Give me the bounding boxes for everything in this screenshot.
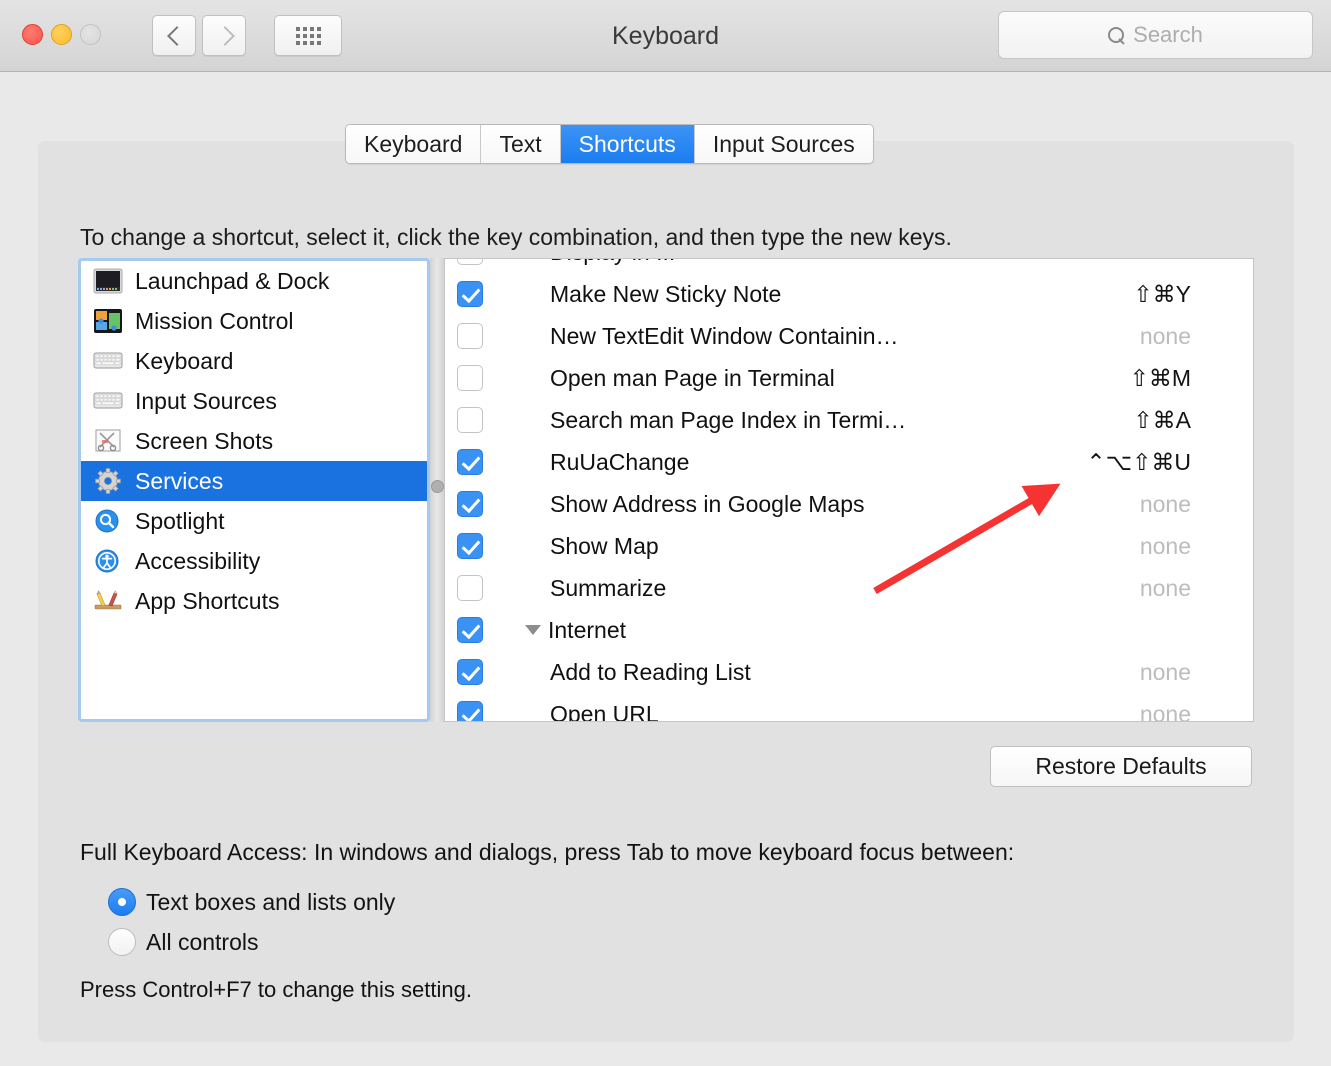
group-checkbox[interactable]	[457, 617, 483, 643]
row-shortcut[interactable]: ⌃⌥⇧⌘U	[1086, 449, 1253, 476]
row-shortcut[interactable]: ⇧⌘A	[1133, 407, 1253, 434]
restore-defaults-button[interactable]: Restore Defaults	[990, 746, 1252, 787]
accessibility-icon	[93, 548, 123, 574]
row-checkbox[interactable]	[457, 659, 483, 685]
sidebar-item-launchpad-dock[interactable]: Launchpad & Dock	[81, 261, 427, 301]
row-checkbox[interactable]	[457, 323, 483, 349]
group-label-text: Internet	[548, 616, 626, 643]
sidebar-item-label: Spotlight	[135, 507, 225, 534]
splitter-handle[interactable]	[431, 480, 444, 493]
table-row[interactable]: Show Address in Google Maps none	[445, 483, 1253, 525]
table-row[interactable]: Make New Sticky Note ⇧⌘Y	[445, 273, 1253, 315]
row-checkbox[interactable]	[457, 701, 483, 721]
row-shortcut[interactable]: none	[1140, 575, 1253, 602]
full-keyboard-access-hint: Press Control+F7 to change this setting.	[80, 977, 472, 1002]
row-shortcut[interactable]: ⇧⌘Y	[1133, 281, 1253, 308]
row-shortcut[interactable]: none	[1140, 533, 1253, 560]
launchpad-dock-icon	[93, 268, 123, 294]
radio-text-boxes-and-lists-only[interactable]: Text boxes and lists only	[108, 888, 395, 916]
row-label: Open man Page in Terminal	[550, 364, 835, 391]
sidebar-item-label: Accessibility	[135, 547, 261, 574]
sidebar-item-app-shortcuts[interactable]: App Shortcuts	[81, 581, 427, 621]
row-label: Display in ...	[505, 259, 1191, 266]
sidebar-item-label: Input Sources	[135, 387, 277, 414]
table-row[interactable]: Display in ...	[445, 259, 1253, 273]
row-label: Search man Page Index in Termi…	[550, 406, 907, 433]
table-row[interactable]: Show Map none	[445, 525, 1253, 567]
search-placeholder: Search	[1133, 22, 1203, 47]
chevron-down-icon[interactable]	[525, 625, 541, 635]
screen-shots-icon	[93, 428, 123, 454]
row-label: Open URL	[550, 700, 659, 722]
keyboard-icon	[93, 348, 123, 374]
app-shortcuts-icon	[93, 588, 123, 614]
sidebar-item-screen-shots[interactable]: Screen Shots	[81, 421, 427, 461]
table-row[interactable]: New TextEdit Window Containin… none	[445, 315, 1253, 357]
tab-shortcuts[interactable]: Shortcuts	[560, 125, 695, 163]
input-sources-icon	[93, 388, 123, 414]
search-input[interactable]: Search	[998, 11, 1313, 59]
sidebar-item-label: Mission Control	[135, 307, 294, 334]
tab-input-sources[interactable]: Input Sources	[694, 125, 873, 163]
sidebar-item-mission-control[interactable]: Mission Control	[81, 301, 427, 341]
row-shortcut[interactable]: ⇧⌘M	[1130, 365, 1253, 392]
radio-label: All controls	[146, 928, 259, 955]
table-row[interactable]: Search man Page Index in Termi… ⇧⌘A	[445, 399, 1253, 441]
window-titlebar: Keyboard Search	[0, 0, 1331, 72]
sidebar-item-keyboard[interactable]: Keyboard	[81, 341, 427, 381]
table-row[interactable]: Add to Reading List none	[445, 651, 1253, 693]
mission-control-icon	[93, 308, 123, 334]
group-label: Internet	[505, 617, 1191, 644]
row-checkbox[interactable]	[457, 281, 483, 307]
sidebar-item-label: Keyboard	[135, 347, 234, 374]
row-checkbox[interactable]	[457, 491, 483, 517]
row-label: Add to Reading List	[550, 658, 751, 685]
search-icon	[1108, 26, 1125, 44]
sidebar-item-label: Launchpad & Dock	[135, 267, 330, 294]
row-checkbox[interactable]	[457, 365, 483, 391]
row-label: Summarize	[550, 574, 667, 601]
row-label: Show Address in Google Maps	[550, 490, 865, 517]
sidebar-item-accessibility[interactable]: Accessibility	[81, 541, 427, 581]
full-keyboard-access-title: Full Keyboard Access: In windows and dia…	[80, 839, 1015, 865]
radio-all-controls[interactable]: All controls	[108, 928, 258, 956]
radio-button[interactable]	[108, 888, 136, 916]
tab-bar: Keyboard Text Shortcuts Input Sources	[345, 124, 874, 164]
row-checkbox[interactable]	[457, 533, 483, 559]
instruction-text: To change a shortcut, select it, click t…	[80, 224, 952, 250]
services-gear-icon	[93, 468, 123, 494]
row-checkbox[interactable]	[457, 259, 483, 265]
radio-label: Text boxes and lists only	[146, 888, 396, 915]
table-group-row[interactable]: Internet	[445, 609, 1253, 651]
row-checkbox[interactable]	[457, 449, 483, 475]
row-shortcut[interactable]: none	[1140, 491, 1253, 518]
table-row[interactable]: Summarize none	[445, 567, 1253, 609]
shortcut-list[interactable]: Display in ... Make New Sticky Note ⇧⌘Y …	[444, 258, 1254, 722]
pane-splitter[interactable]	[430, 258, 444, 722]
sidebar-item-label: Screen Shots	[135, 427, 274, 454]
row-label: Make New Sticky Note	[550, 280, 782, 307]
table-row[interactable]: RuUaChange ⌃⌥⇧⌘U	[445, 441, 1253, 483]
table-row[interactable]: Open URL none	[445, 693, 1253, 722]
row-label: Show Map	[550, 532, 659, 559]
spotlight-icon	[93, 508, 123, 534]
sidebar-item-services[interactable]: Services	[81, 461, 427, 501]
shortcut-category-list[interactable]: Launchpad & Dock Mission Control Keyboar…	[78, 258, 430, 722]
tab-keyboard[interactable]: Keyboard	[346, 125, 482, 163]
row-shortcut[interactable]: none	[1140, 323, 1253, 350]
row-checkbox[interactable]	[457, 575, 483, 601]
sidebar-item-spotlight[interactable]: Spotlight	[81, 501, 427, 541]
sidebar-item-label: App Shortcuts	[135, 587, 280, 614]
row-label: New TextEdit Window Containin…	[550, 322, 899, 349]
table-row[interactable]: Open man Page in Terminal ⇧⌘M	[445, 357, 1253, 399]
sidebar-item-input-sources[interactable]: Input Sources	[81, 381, 427, 421]
row-shortcut[interactable]: none	[1140, 659, 1253, 686]
tab-text[interactable]: Text	[481, 125, 561, 163]
row-label: RuUaChange	[550, 448, 690, 475]
radio-button[interactable]	[108, 928, 136, 956]
sidebar-item-label: Services	[135, 467, 224, 494]
row-shortcut[interactable]: none	[1140, 701, 1253, 722]
row-checkbox[interactable]	[457, 407, 483, 433]
